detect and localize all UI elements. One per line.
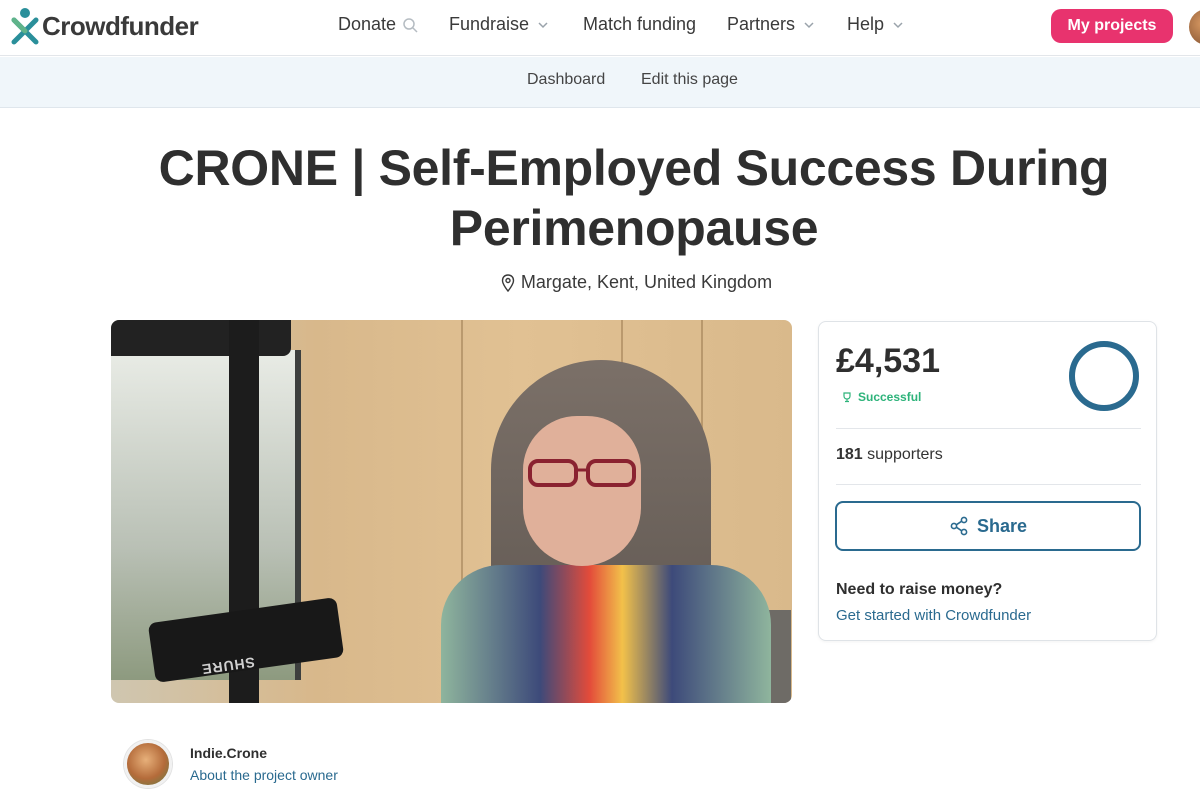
owner-name[interactable]: Indie.Crone xyxy=(190,745,267,761)
project-video[interactable]: SHURE xyxy=(111,320,792,703)
supporters-label: supporters xyxy=(867,446,943,463)
chevron-down-icon xyxy=(893,21,903,28)
divider xyxy=(836,484,1141,485)
nav-donate[interactable]: Donate xyxy=(338,14,418,35)
nav-help-label: Help xyxy=(847,14,885,34)
search-icon[interactable] xyxy=(402,17,418,33)
trophy-icon xyxy=(843,392,851,403)
glasses xyxy=(528,459,636,487)
map-pin-icon xyxy=(501,273,515,292)
divider xyxy=(836,428,1141,429)
get-started-link[interactable]: Get started with Crowdfunder xyxy=(836,607,1031,624)
about-owner-link[interactable]: About the project owner xyxy=(190,767,338,783)
supporters-count: 181 supporters xyxy=(836,446,943,464)
nav-partners-label: Partners xyxy=(727,14,796,34)
nav-help[interactable]: Help xyxy=(847,14,904,35)
nav-partners[interactable]: Partners xyxy=(727,14,815,35)
crowdfunder-logo[interactable]: Crowdfunder xyxy=(10,6,199,46)
person-face xyxy=(523,416,641,566)
crowdfunder-logo-icon xyxy=(11,8,39,45)
share-button[interactable]: Share xyxy=(835,501,1141,551)
supporters-number: 181 xyxy=(836,446,863,463)
subnav-dashboard[interactable]: Dashboard xyxy=(527,71,605,89)
owner-avatar[interactable] xyxy=(124,740,172,788)
nav-match-funding[interactable]: Match funding xyxy=(583,14,696,35)
nav-match-funding-label: Match funding xyxy=(583,14,697,34)
share-label: Share xyxy=(976,515,1028,536)
status-badge: Successful xyxy=(841,390,921,404)
status-label: Successful xyxy=(858,390,922,404)
logo-text: Crowdfunder xyxy=(42,10,199,41)
progress-ring xyxy=(1069,341,1139,411)
top-navigation: Crowdfunder Donate Fundraise Match fundi… xyxy=(0,0,1200,56)
nav-donate-label: Donate xyxy=(338,14,397,34)
funding-card: £4,531 Successful 181 supporters Share N… xyxy=(818,321,1157,641)
subnav-edit-page[interactable]: Edit this page xyxy=(641,71,738,89)
person-sweater xyxy=(441,565,771,703)
nav-fundraise-label: Fundraise xyxy=(449,14,530,34)
chevron-down-icon xyxy=(804,21,814,28)
project-title: CRONE | Self-Employed Success During Per… xyxy=(158,140,1110,256)
my-projects-button[interactable]: My projects xyxy=(1051,9,1173,43)
location-label: Margate, Kent, United Kingdom xyxy=(520,272,773,292)
user-avatar[interactable] xyxy=(1189,9,1200,45)
raise-money-heading: Need to raise money? xyxy=(836,581,1003,598)
amount-raised: £4,531 xyxy=(836,342,940,380)
nav-fundraise[interactable]: Fundraise xyxy=(449,14,549,35)
mic-arm xyxy=(111,320,291,356)
sub-navigation: Dashboard Edit this page xyxy=(0,57,1200,108)
project-location: Margate, Kent, United Kingdom xyxy=(0,272,1200,293)
chevron-down-icon xyxy=(538,21,548,28)
share-icon xyxy=(950,516,968,536)
